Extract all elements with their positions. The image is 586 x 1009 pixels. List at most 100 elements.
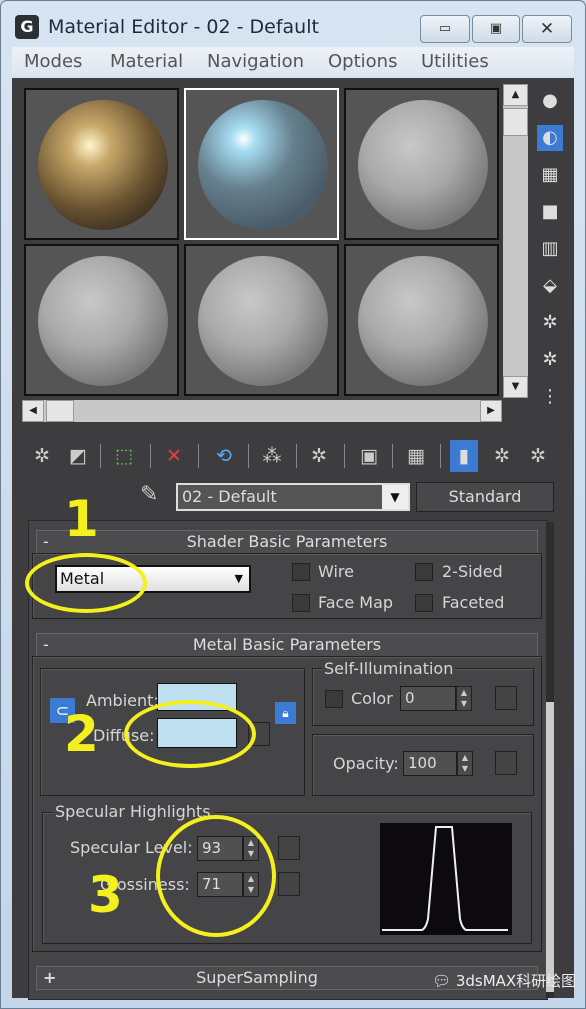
maximize-icon: ▣	[489, 21, 503, 36]
sample-type-icon[interactable]: ●	[537, 88, 563, 114]
material-name-text: 02 - Default	[182, 487, 277, 506]
close-icon: ✕	[539, 19, 555, 39]
menu-modes[interactable]: Modes	[24, 51, 82, 72]
sample-slot-5[interactable]	[184, 244, 339, 396]
options-icon[interactable]: ✲	[537, 310, 563, 336]
watermark: 💬︎ 3dsMAX科研绘图	[432, 970, 576, 991]
shader-rollout-header[interactable]: - Shader Basic Parameters	[36, 530, 538, 554]
material-id-channel-icon[interactable]: ▣	[355, 440, 383, 472]
face-map-label: Face Map	[318, 593, 394, 612]
expand-icon: +	[43, 968, 57, 987]
scroll-left-icon[interactable]: ◀	[22, 400, 44, 422]
copy-material-icon[interactable]: ⟲	[210, 440, 238, 472]
make-unique-icon[interactable]: ⁂	[258, 440, 286, 472]
scroll-thumb[interactable]	[503, 108, 528, 136]
show-map-in-viewport-icon[interactable]: ▦	[402, 440, 430, 472]
put-to-scene-icon[interactable]: ◩	[64, 440, 92, 472]
chevron-down-icon: ▼	[234, 572, 243, 585]
color-label: Color	[351, 689, 393, 708]
rollout-title: Metal Basic Parameters	[192, 635, 382, 654]
divider	[296, 444, 297, 468]
watermark-text: 3dsMAX科研绘图	[455, 972, 577, 990]
minimize-icon: ▭	[438, 21, 452, 36]
menu-material[interactable]: Material	[110, 51, 183, 72]
sample-sphere	[198, 256, 328, 386]
menu-navigation[interactable]: Navigation	[207, 51, 304, 72]
select-by-material-icon[interactable]: ✲	[537, 347, 563, 373]
sample-slot-6[interactable]	[344, 244, 499, 396]
face-map-checkbox[interactable]	[292, 594, 310, 612]
slots-horizontal-scrollbar[interactable]: ◀ ▶	[22, 400, 502, 422]
sample-slot-4[interactable]	[24, 244, 179, 396]
divider	[248, 444, 249, 468]
divider	[100, 444, 101, 468]
specular-highlights-title: Specular Highlights	[52, 802, 214, 821]
sample-sphere	[358, 256, 488, 386]
self-illum-map-button[interactable]	[495, 686, 517, 710]
maximize-button[interactable]: ▣	[472, 15, 520, 43]
scroll-down-icon[interactable]: ▼	[503, 376, 528, 398]
go-forward-sibling-icon[interactable]: ✲	[524, 440, 552, 472]
sample-slot-1[interactable]	[24, 88, 179, 240]
material-navigator-icon[interactable]: ⋮	[537, 384, 563, 410]
metal-rollout-header[interactable]: - Metal Basic Parameters	[36, 633, 538, 657]
slots-vertical-scrollbar[interactable]: ▲ ▼	[503, 84, 528, 398]
glossiness-map-button[interactable]	[278, 872, 300, 896]
material-name-field[interactable]: 02 - Default ▼	[176, 483, 410, 511]
two-sided-checkbox[interactable]	[415, 563, 433, 581]
highlight-curve-graph	[380, 823, 512, 935]
opacity-value-input[interactable]: 100	[403, 751, 457, 776]
material-type-button[interactable]: Standard	[416, 482, 554, 512]
wire-checkbox[interactable]	[292, 563, 310, 581]
go-to-parent-icon[interactable]: ✲	[488, 440, 516, 472]
collapse-icon: -	[43, 635, 49, 654]
close-button[interactable]: ✕	[522, 15, 572, 43]
backlight-icon[interactable]: ◐	[537, 125, 563, 151]
specular-level-map-button[interactable]	[278, 836, 300, 860]
show-end-result-icon[interactable]: ▮	[450, 440, 478, 472]
get-material-icon[interactable]: ✲	[28, 440, 56, 472]
two-sided-label: 2-Sided	[442, 562, 503, 581]
window-title: Material Editor - 02 - Default	[48, 16, 319, 38]
3dsmax-logo-icon: G	[15, 15, 39, 39]
sample-sphere	[198, 100, 328, 230]
annotation-number-1: 1	[64, 490, 99, 548]
scroll-up-icon[interactable]: ▲	[503, 84, 528, 106]
chevron-down-icon[interactable]: ▼	[382, 485, 408, 509]
annotation-circle-3	[156, 815, 276, 937]
scroll-thumb[interactable]	[46, 400, 74, 422]
self-illum-color-checkbox[interactable]	[325, 690, 343, 708]
panel-scrollbar[interactable]	[546, 522, 554, 998]
scroll-thumb[interactable]	[546, 702, 554, 992]
rollout-title: Shader Basic Parameters	[186, 532, 388, 551]
reset-icon[interactable]: ✕	[160, 440, 188, 472]
lock-icon[interactable]: 🔒︎	[275, 702, 296, 724]
faceted-checkbox[interactable]	[415, 594, 433, 612]
video-color-check-icon[interactable]: ▥	[537, 236, 563, 262]
sample-uv-tiling-icon[interactable]: ■	[537, 199, 563, 225]
wire-label: Wire	[318, 562, 354, 581]
sample-slot-3[interactable]	[344, 88, 499, 240]
divider	[344, 444, 345, 468]
scroll-right-icon[interactable]: ▶	[480, 400, 502, 422]
annotation-circle-2	[124, 700, 256, 768]
spinner-arrows-icon[interactable]: ▲ ▼	[456, 686, 472, 711]
sample-sphere	[38, 256, 168, 386]
self-illum-value-input[interactable]: 0	[400, 686, 456, 711]
wechat-icon: 💬︎	[432, 972, 456, 990]
spinner-arrows-icon[interactable]: ▲ ▼	[457, 751, 473, 776]
put-to-library-icon[interactable]: ✲	[305, 440, 333, 472]
opacity-map-button[interactable]	[495, 751, 517, 775]
make-preview-icon[interactable]: ⬙	[537, 273, 563, 299]
sample-slot-2[interactable]	[184, 88, 339, 240]
faceted-label: Faceted	[442, 593, 505, 612]
assign-to-selection-icon[interactable]: ⬚	[110, 440, 138, 472]
menu-options[interactable]: Options	[328, 51, 397, 72]
annotation-number-3: 3	[88, 866, 123, 924]
menu-utilities[interactable]: Utilities	[421, 51, 489, 72]
background-checker-icon[interactable]: ▦	[537, 162, 563, 188]
eyedropper-icon[interactable]: ✎	[140, 482, 158, 507]
minimize-button[interactable]: ▭	[420, 15, 470, 43]
collapse-icon: -	[43, 532, 49, 551]
annotation-number-2: 2	[64, 705, 99, 763]
